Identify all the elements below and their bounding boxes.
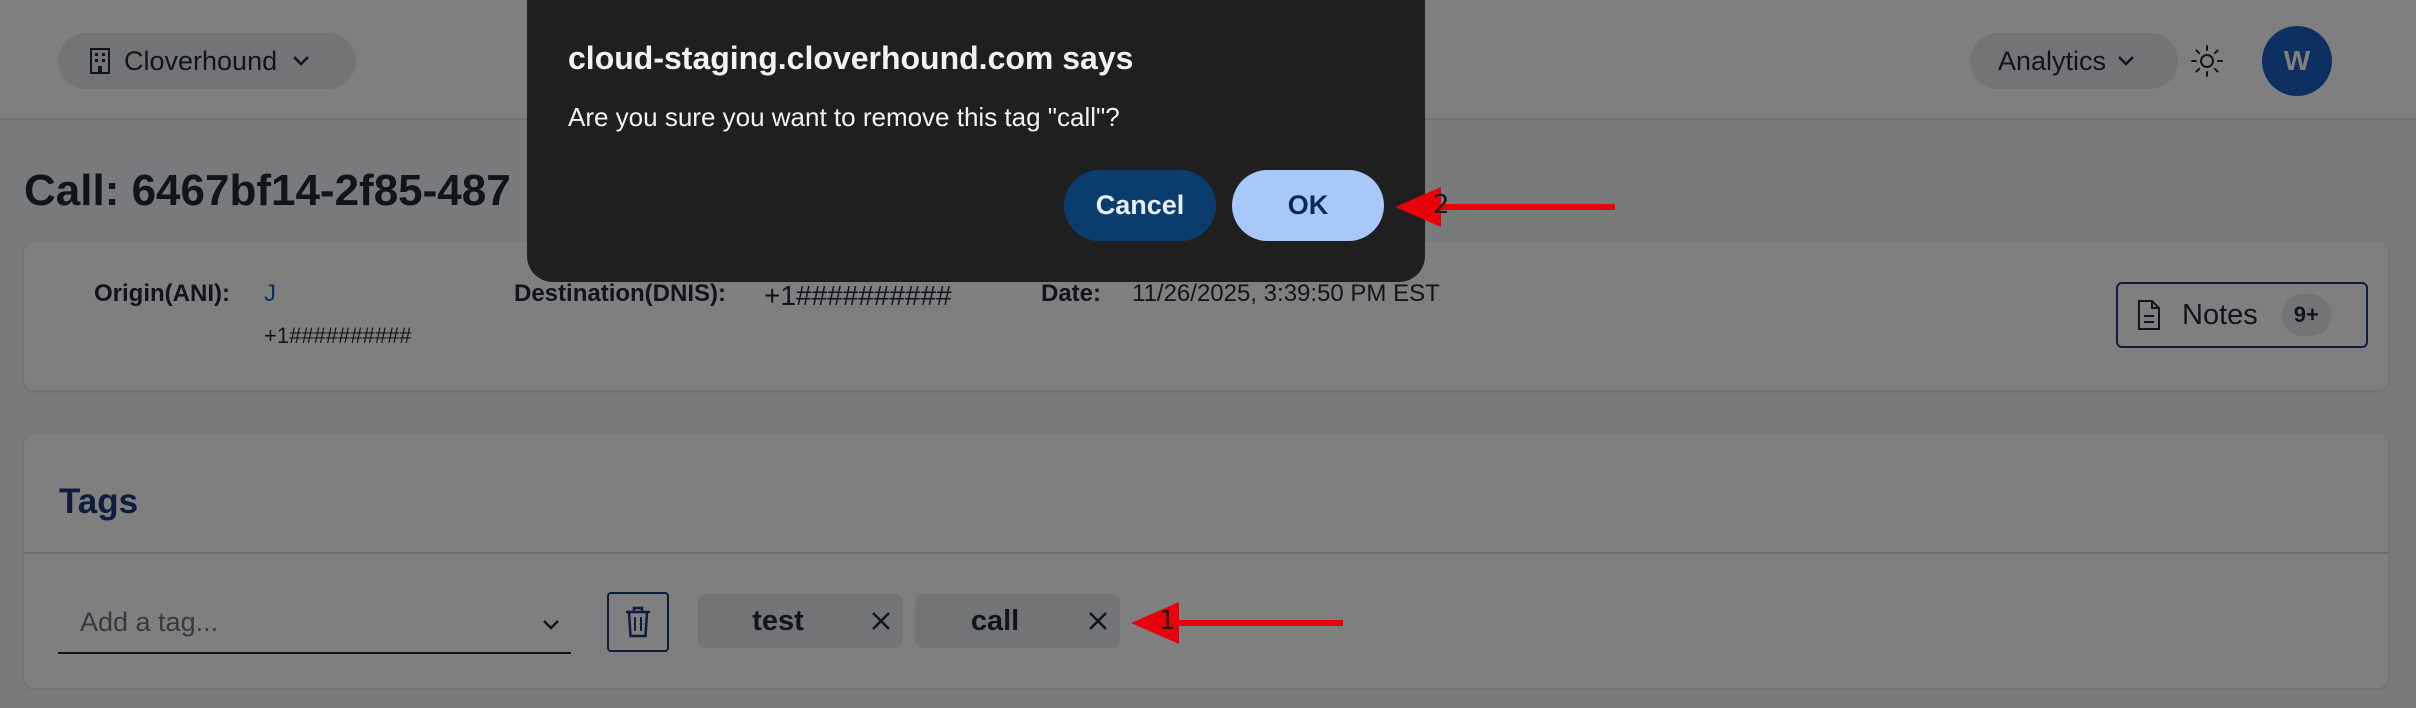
dialog-title: cloud-staging.cloverhound.com says (568, 40, 1134, 76)
cancel-button[interactable]: Cancel (1064, 170, 1216, 241)
ok-button[interactable]: OK (1232, 170, 1384, 241)
annotation-number: 2 (1433, 190, 1450, 220)
dialog-message: Are you sure you want to remove this tag… (568, 102, 1120, 132)
confirm-dialog: cloud-staging.cloverhound.com says Are y… (527, 0, 1425, 282)
annotation-arrow-icon (1395, 187, 1615, 227)
annotation-number: 1 (1159, 606, 1176, 636)
